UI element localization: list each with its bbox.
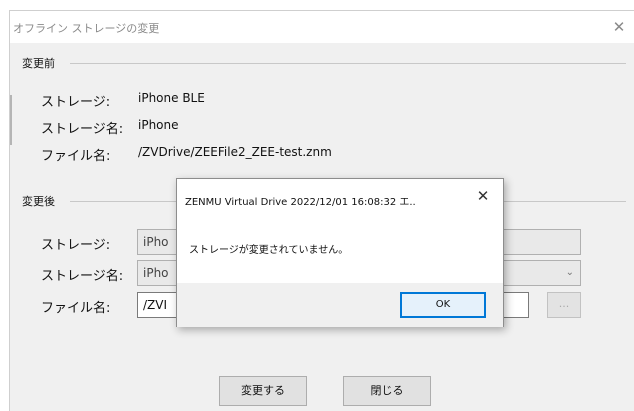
storage-name-select-value: iPho: [143, 266, 169, 280]
before-file-name-value: /ZVDrive/ZEEFile2_ZEE-test.znm: [138, 145, 332, 159]
close-icon[interactable]: ✕: [608, 16, 630, 38]
message-box-text: ストレージが変更されていません。: [189, 245, 349, 256]
message-box-title: ZENMU Virtual Drive 2022/12/01 16:08:32 …: [185, 197, 416, 208]
message-box-footer: OK: [177, 283, 503, 327]
before-section-divider: [70, 63, 626, 64]
before-file-name-label: ファイル名:: [41, 149, 111, 164]
after-section-label: 変更後: [22, 195, 55, 208]
browse-button[interactable]: ...: [547, 292, 581, 318]
left-edge-marker: [10, 95, 12, 145]
close-button[interactable]: 閉じる: [343, 376, 431, 406]
before-storage-name-value: iPhone: [138, 118, 179, 132]
before-section-label: 変更前: [22, 57, 55, 70]
change-button[interactable]: 変更する: [219, 376, 307, 406]
after-file-name-label: ファイル名:: [41, 301, 111, 316]
page-background: [0, 0, 634, 10]
message-box: ZENMU Virtual Drive 2022/12/01 16:08:32 …: [176, 178, 504, 327]
message-box-close-icon[interactable]: ✕: [472, 185, 494, 207]
before-storage-name-label: ストレージ名:: [41, 122, 124, 137]
after-storage-name-label: ストレージ名:: [41, 269, 124, 284]
before-storage-value: iPhone BLE: [138, 91, 205, 105]
dialog-titlebar: オフライン ストレージの変更 ✕: [10, 11, 634, 43]
before-storage-label: ストレージ:: [41, 95, 111, 110]
after-storage-label: ストレージ:: [41, 238, 111, 253]
file-name-input-value: /ZVI: [143, 298, 168, 312]
dialog-title: オフライン ストレージの変更: [13, 22, 160, 35]
ok-button[interactable]: OK: [400, 292, 486, 318]
chevron-down-icon: ⌄: [565, 267, 574, 278]
storage-select-value: iPho: [143, 235, 169, 249]
